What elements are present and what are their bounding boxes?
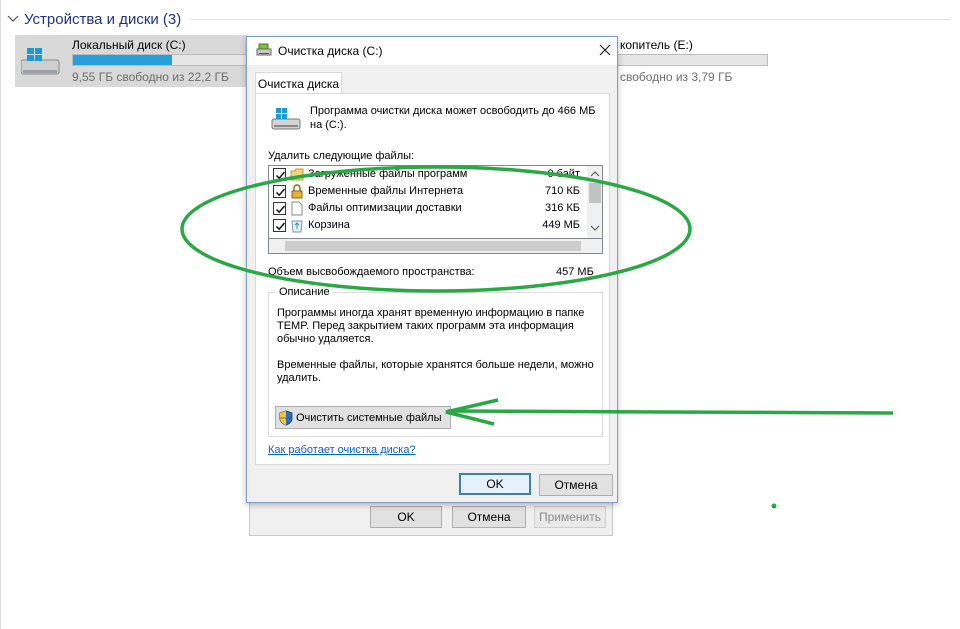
recycle-bin-icon [291, 220, 303, 233]
list-item[interactable]: Загруженные файлы программ 0 байт [269, 166, 586, 183]
annotation-dot [771, 503, 777, 509]
drive-c-free-text: 9,55 ГБ свободно из 22,2 ГБ [72, 70, 229, 84]
how-it-works-link[interactable]: Как работает очистка диска? [268, 444, 416, 456]
drive-e-name[interactable]: копитель (E:) [620, 38, 693, 52]
file-name: Временные файлы Интернета [308, 185, 464, 197]
checkbox[interactable] [273, 202, 286, 215]
drive-c-usage-bar [72, 54, 247, 66]
folder-icon [290, 168, 304, 181]
checkbox[interactable] [273, 219, 286, 232]
drive-e-usage-bar [614, 54, 768, 66]
chevron-down-icon [7, 15, 19, 22]
list-item[interactable]: Корзина 449 МБ [269, 217, 586, 234]
file-name: Файлы оптимизации доставки [308, 202, 462, 214]
space-label: Объем высвобождаемого пространства: [268, 266, 475, 278]
scroll-thumb[interactable] [589, 183, 601, 203]
checkbox[interactable] [273, 168, 286, 181]
files-list[interactable]: Загруженные файлы программ 0 байт Времен… [268, 165, 603, 239]
horizontal-scroll-thumb[interactable] [285, 241, 581, 251]
lock-icon [291, 184, 303, 199]
disk-cleanup-icon [256, 43, 272, 56]
intro-text: Программа очистки диска может освободить… [310, 105, 596, 131]
windows-drive-icon [21, 48, 60, 75]
file-size: 316 КБ [544, 202, 580, 214]
group-divider [190, 19, 950, 20]
window-edge [0, 0, 1, 629]
file-name: Корзина [308, 219, 350, 231]
description-legend: Описание [276, 286, 333, 298]
file-size: 0 байт [547, 168, 580, 180]
file-name: Загруженные файлы программ [308, 168, 468, 180]
dialog-cancel-button[interactable]: Отмена [539, 474, 613, 496]
description-text-2: Временные файлы, которые хранятся больше… [277, 359, 594, 384]
cleanup-system-files-button[interactable]: Очистить системные файлы [275, 406, 451, 429]
file-size: 449 МБ [542, 219, 580, 231]
file-size: 710 КБ [544, 185, 580, 197]
drive-c-usage-fill [73, 55, 172, 65]
dialog-titlebar[interactable]: Очистка диска (C:) [247, 37, 617, 65]
description-text: Программы иногда хранят временную информ… [277, 307, 585, 345]
horizontal-scrollbar[interactable] [268, 239, 603, 254]
delete-files-label: Удалить следующие файлы: [268, 150, 415, 162]
scroll-down-icon[interactable] [590, 224, 600, 232]
devices-group-header[interactable]: Устройства и диски (3) [6, 9, 181, 29]
scroll-up-icon[interactable] [590, 170, 600, 178]
properties-apply-button[interactable]: Применить [534, 506, 606, 528]
drive-c-name: Локальный диск (C:) [72, 38, 186, 52]
drive-e-free-text: свободно из 3,79 ГБ [620, 70, 733, 84]
dialog-title: Очистка диска (C:) [278, 44, 383, 58]
tab-disk-cleanup[interactable]: Очистка диска [255, 72, 342, 94]
uac-shield-icon [279, 409, 293, 426]
group-title: Устройства и диски (3) [24, 10, 182, 28]
properties-cancel-button[interactable]: Отмена [452, 506, 526, 528]
list-item[interactable]: Файлы оптимизации доставки 316 КБ [269, 200, 586, 217]
drive-c-tile[interactable]: Локальный диск (C:) 9,55 ГБ свободно из … [15, 35, 247, 87]
properties-ok-button[interactable]: OK [370, 506, 442, 528]
properties-window: OK Отмена Применить [249, 500, 613, 536]
cleanup-system-files-label: Очистить системные файлы [296, 411, 442, 424]
cleanup-panel: Программа очистки диска может освободить… [255, 93, 610, 465]
list-item[interactable]: Временные файлы Интернета 710 КБ [269, 183, 586, 200]
disk-cleanup-dialog: Очистка диска (C:) Очистка диска Програм… [246, 36, 618, 503]
space-value: 457 МБ [556, 266, 594, 278]
drive-icon [271, 108, 301, 130]
dialog-ok-button[interactable]: OK [459, 473, 531, 495]
file-icon [291, 201, 303, 216]
checkbox[interactable] [273, 185, 286, 198]
close-icon[interactable] [597, 42, 613, 58]
vertical-scrollbar[interactable] [587, 166, 602, 238]
